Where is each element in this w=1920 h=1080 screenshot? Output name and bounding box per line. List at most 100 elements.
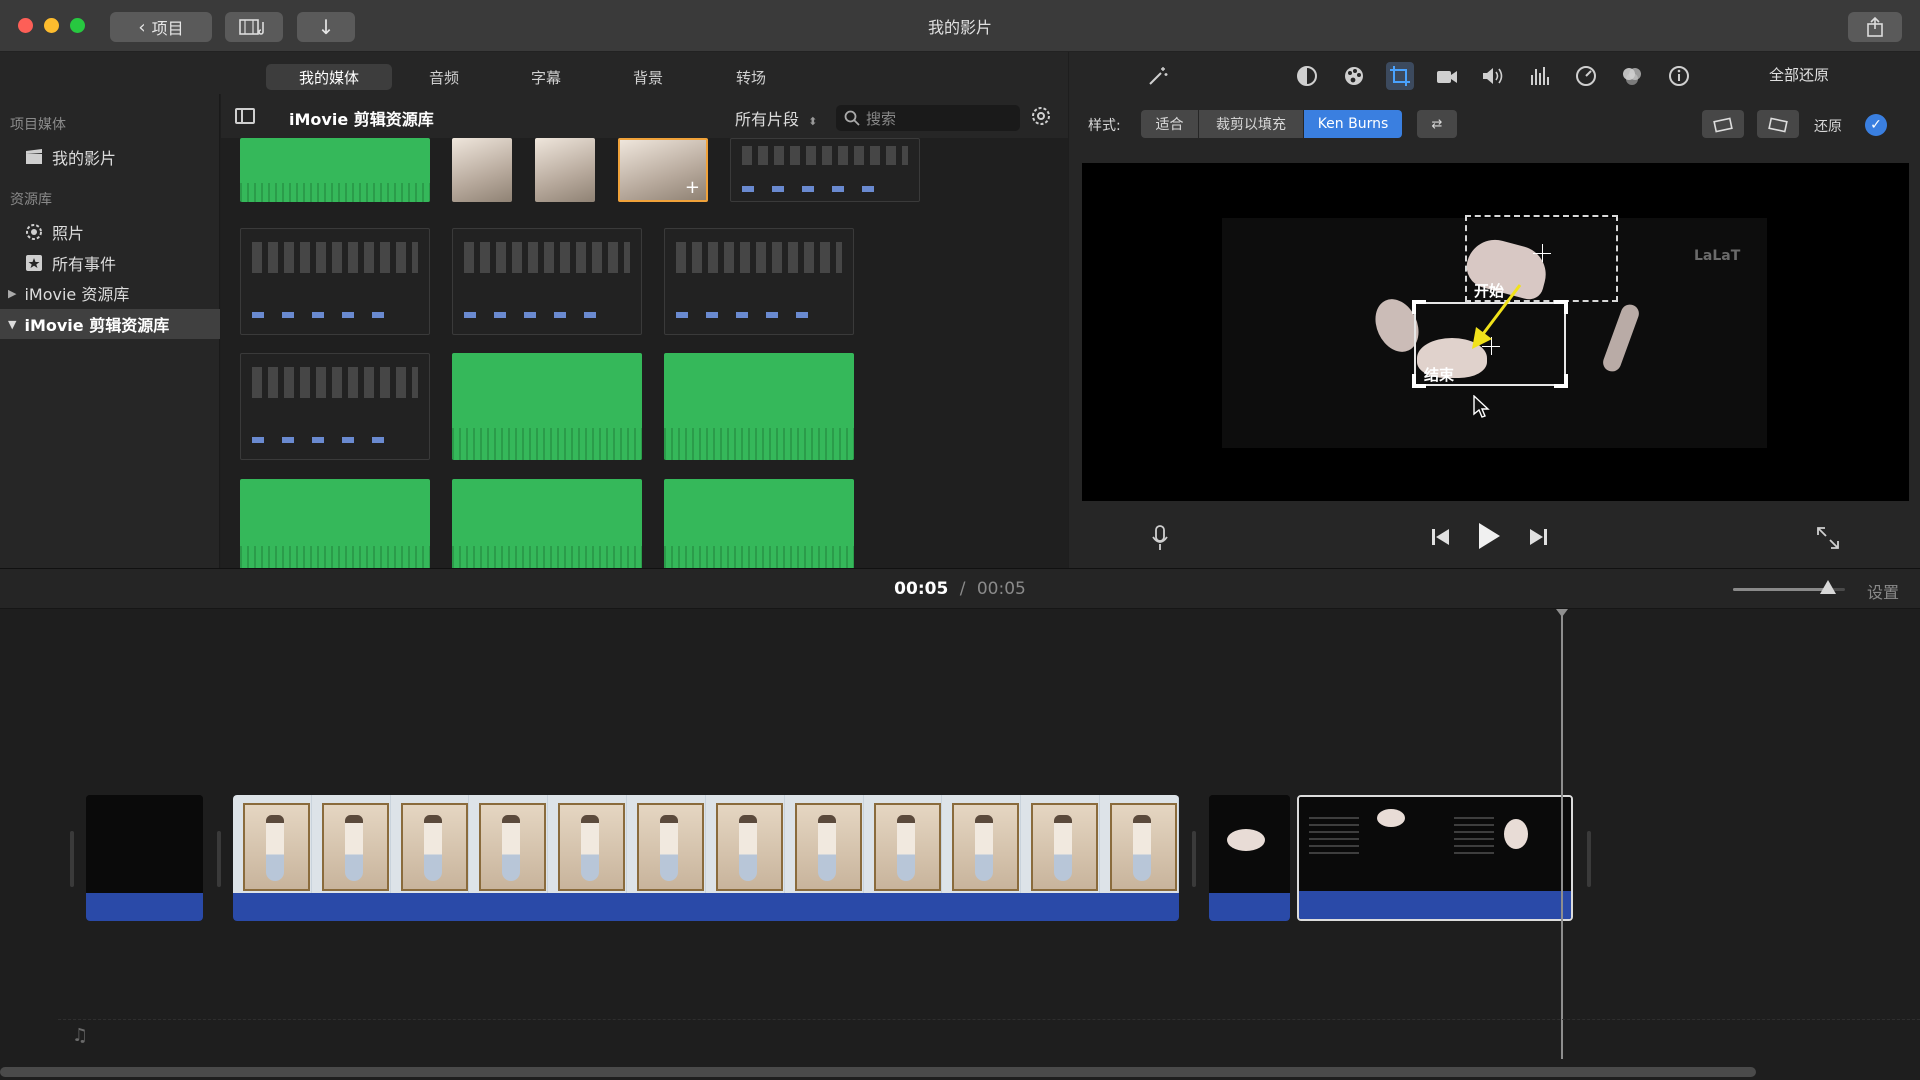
selected-timeline-clip[interactable] [1297, 795, 1573, 921]
audio-clip-thumbnail[interactable] [452, 479, 642, 568]
star-box-icon [24, 253, 44, 273]
reset-button[interactable]: 还原 [1814, 116, 1842, 136]
clip-audio-track [1299, 891, 1571, 919]
media-clip-thumbnail[interactable] [240, 138, 430, 202]
swap-start-end-button[interactable]: ⇄ [1417, 110, 1457, 138]
clip-trim-handle[interactable] [1192, 831, 1196, 887]
audio-clip-thumbnail[interactable] [664, 479, 854, 568]
search-field[interactable]: 搜索 [836, 105, 1020, 131]
time-separator: / [959, 579, 966, 599]
volume-icon[interactable] [1479, 62, 1507, 90]
zoom-slider-knob[interactable] [1820, 580, 1837, 594]
media-clip-thumbnail[interactable] [240, 228, 430, 335]
timeline-settings-button[interactable]: 设置 [1867, 579, 1899, 603]
audio-clip-thumbnail[interactable] [664, 353, 854, 460]
tab-my-media[interactable]: 我的媒体 [266, 64, 392, 90]
rotate-right-icon [1768, 117, 1788, 133]
sidebar-item-all-events[interactable]: 所有事件 [0, 248, 220, 278]
sidebar-item-label: iMovie 剪辑资源库 [24, 316, 170, 335]
equalizer-icon[interactable] [1526, 62, 1554, 90]
skip-back-icon[interactable] [1431, 528, 1451, 546]
share-button[interactable] [1848, 12, 1902, 42]
selected-media-clip-thumbnail[interactable]: + [618, 138, 708, 202]
clip-audio-track [1209, 893, 1290, 921]
sidebar-item-label: 所有事件 [52, 255, 117, 274]
crop-icon[interactable] [1386, 62, 1414, 90]
libraries-header: 资源库 [10, 192, 52, 208]
search-icon [844, 110, 860, 126]
timeline-clip[interactable] [1209, 795, 1290, 921]
media-browser: iMovie 剪辑资源库 所有片段 ⬍ 搜索 + [221, 94, 1068, 568]
sidebar-item-my-movie[interactable]: 我的影片 [0, 142, 220, 172]
info-icon[interactable] [1665, 62, 1693, 90]
magic-wand-icon[interactable] [1144, 62, 1172, 90]
disclosure-right-icon: ▶ [8, 286, 17, 300]
timeline-clip-portrait[interactable] [233, 795, 1179, 921]
stabilization-camera-icon[interactable] [1433, 62, 1461, 90]
style-label: 样式: [1088, 118, 1121, 134]
add-plus-icon: + [684, 177, 700, 198]
ken-burns-direction-arrow-icon [1472, 284, 1522, 349]
rotate-right-button[interactable] [1757, 110, 1799, 138]
adjustments-toolbar: 全部还原 [1069, 52, 1920, 96]
current-time: 00:05 [894, 579, 949, 599]
tab-audio[interactable]: 音频 [414, 64, 474, 90]
media-clip-thumbnail[interactable] [664, 228, 854, 335]
clip-trim-handle[interactable] [1587, 831, 1591, 887]
playback-controls [1069, 512, 1920, 562]
sidebar-item-label: 照片 [52, 224, 85, 243]
style-crop-to-fill-option[interactable]: 裁剪以填充 [1199, 110, 1303, 138]
media-clip-thumbnail[interactable] [452, 228, 642, 335]
speed-gauge-icon[interactable] [1572, 62, 1600, 90]
tab-titles[interactable]: 字幕 [516, 64, 576, 90]
style-ken-burns-option[interactable]: Ken Burns [1304, 110, 1402, 138]
browser-toolbar: iMovie 剪辑资源库 所有片段 ⬍ 搜索 [221, 94, 1068, 138]
zoom-slider[interactable] [1733, 580, 1845, 594]
media-clip-thumbnail[interactable] [535, 138, 595, 202]
media-clip-thumbnail[interactable] [452, 138, 512, 202]
clip-trim-handle[interactable] [70, 831, 74, 887]
clip-filter-select[interactable]: 所有片段 ⬍ [735, 106, 817, 130]
project-media-header: 项目媒体 [10, 117, 66, 133]
microphone-icon[interactable] [1151, 525, 1169, 551]
skip-forward-icon[interactable] [1528, 528, 1548, 546]
sidebar-item-photos[interactable]: 照片 [0, 217, 220, 247]
rotate-left-button[interactable] [1702, 110, 1744, 138]
timeline-horizontal-scrollbar[interactable] [0, 1067, 1756, 1077]
window-title: 我的影片 [927, 18, 992, 37]
play-icon[interactable] [1477, 522, 1501, 550]
tab-transitions[interactable]: 转场 [721, 64, 781, 90]
style-fit-option[interactable]: 适合 [1141, 110, 1198, 138]
disclosure-down-icon: ▼ [8, 317, 17, 331]
clip-filter-icon[interactable] [1618, 62, 1646, 90]
apply-checkmark-button[interactable]: ✓ [1865, 114, 1887, 136]
sidebar-item-label: 我的影片 [52, 149, 117, 168]
rotate-left-icon [1713, 117, 1733, 133]
viewer-panel: 全部还原 样式: 适合 裁剪以填充 Ken Burns ⇄ 还原 ✓ LaLaT [1069, 52, 1920, 568]
sidebar-item-clip-library[interactable]: ▼ iMovie 剪辑资源库 [0, 309, 220, 339]
clip-audio-track [86, 893, 203, 921]
photos-flower-icon [24, 222, 44, 242]
share-icon [1867, 16, 1883, 37]
settings-gear-icon[interactable] [1030, 105, 1052, 127]
swap-arrows-icon: ⇄ [1431, 116, 1443, 132]
audio-clip-thumbnail[interactable] [240, 479, 430, 568]
reset-all-button[interactable]: 全部还原 [1769, 64, 1829, 85]
color-palette-icon[interactable] [1340, 62, 1368, 90]
timeline-clip[interactable] [86, 795, 203, 921]
timeline-header: 00:05 / 00:05 设置 [0, 569, 1920, 609]
total-time: 00:05 [976, 579, 1026, 599]
tab-backgrounds[interactable]: 背景 [618, 64, 678, 90]
sidebar-item-imovie-library[interactable]: ▶ iMovie 资源库 [0, 278, 220, 308]
toggle-sidebar-icon[interactable] [235, 108, 255, 124]
checkmark-icon: ✓ [1870, 117, 1882, 133]
media-clip-thumbnail[interactable] [240, 353, 430, 460]
color-balance-icon[interactable] [1293, 62, 1321, 90]
playhead[interactable] [1556, 609, 1568, 1059]
music-track-lane [58, 1019, 1920, 1020]
mouse-pointer-icon [1473, 395, 1490, 418]
media-clip-thumbnail[interactable] [730, 138, 920, 202]
clip-trim-handle[interactable] [217, 831, 221, 887]
fullscreen-icon[interactable] [1816, 526, 1840, 550]
audio-clip-thumbnail[interactable] [452, 353, 642, 460]
